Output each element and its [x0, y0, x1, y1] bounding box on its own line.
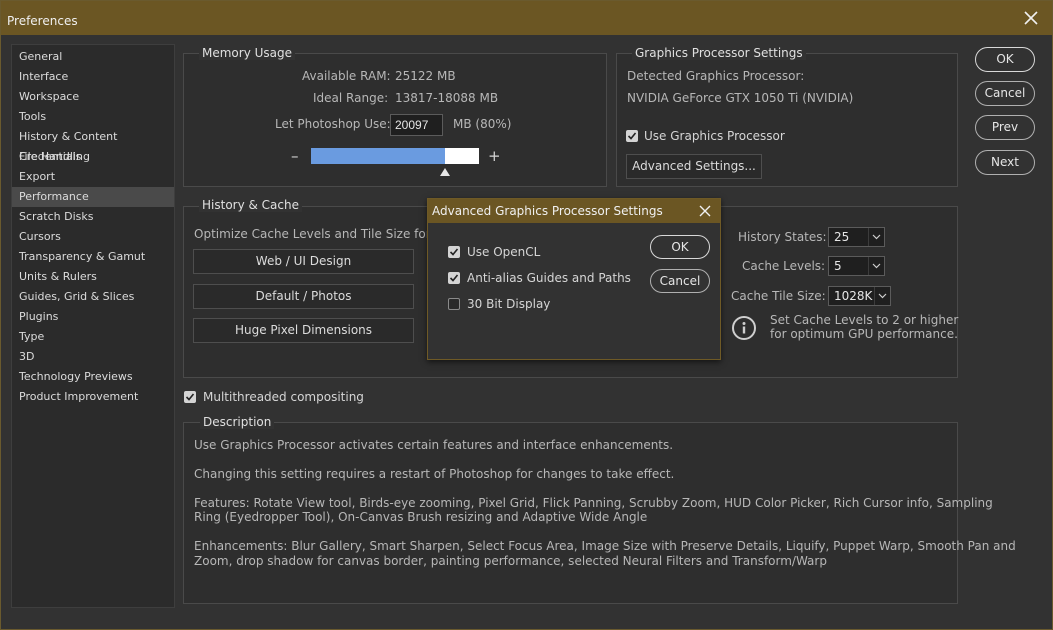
available-ram-label: Available RAM:: [302, 69, 391, 83]
memory-usage-title: Memory Usage: [199, 46, 296, 60]
anti-alias-label: Anti-alias Guides and Paths: [467, 271, 631, 285]
close-icon[interactable]: [699, 205, 711, 217]
gpu-settings-title: Graphics Processor Settings: [632, 46, 806, 60]
cache-tile-size-select[interactable]: 1028K: [828, 286, 891, 306]
description-features-line-2: Ring (Eyedropper Tool), On-Canvas Brush …: [194, 510, 648, 524]
description-paragraph-2: Changing this setting requires a restart…: [194, 467, 675, 481]
anti-alias-checkbox[interactable]: [448, 272, 460, 284]
cache-levels-label: Cache Levels:: [742, 259, 826, 273]
default-photos-button[interactable]: Default / Photos: [193, 284, 414, 309]
cache-tile-size-value: 1028K: [834, 289, 873, 303]
description-enhancements-line-2: Zoom, drop shadow for canvas border, pai…: [194, 554, 827, 568]
30-bit-display-checkbox[interactable]: [448, 298, 460, 310]
description-paragraph-1: Use Graphics Processor activates certain…: [194, 438, 674, 452]
info-text-line-1: Set Cache Levels to 2 or higher: [770, 313, 959, 327]
prev-button[interactable]: Prev: [975, 115, 1035, 140]
sidebar-item-product-improvement[interactable]: Product Improvement: [12, 387, 174, 407]
description-title: Description: [200, 415, 275, 429]
info-icon: [732, 316, 756, 340]
optimize-label: Optimize Cache Levels and Tile Size for:: [194, 227, 435, 241]
cancel-button[interactable]: Cancel: [975, 81, 1035, 106]
sidebar-item-performance[interactable]: Performance: [12, 187, 174, 207]
sidebar-item-3d[interactable]: 3D: [12, 347, 174, 367]
ideal-range-value: 13817-18088 MB: [395, 91, 499, 105]
available-ram-value: 25122 MB: [395, 69, 456, 83]
dialog-ok-button[interactable]: OK: [650, 235, 710, 259]
use-gpu-label: Use Graphics Processor: [644, 129, 785, 143]
dialog-title-bar: Advanced Graphics Processor Settings: [428, 199, 720, 223]
huge-pixel-dimensions-button[interactable]: Huge Pixel Dimensions: [193, 318, 414, 343]
use-opencl-label: Use OpenCL: [467, 245, 541, 259]
web-ui-design-button[interactable]: Web / UI Design: [193, 249, 414, 274]
close-icon[interactable]: [1024, 11, 1038, 25]
memory-percent-label: MB (80%): [453, 117, 512, 131]
sidebar-item-interface[interactable]: Interface: [12, 67, 174, 87]
slider-minus-button[interactable]: –: [291, 147, 299, 165]
memory-amount-input[interactable]: [390, 114, 443, 136]
sidebar-item-technology-previews[interactable]: Technology Previews: [12, 367, 174, 387]
info-text-line-2: for optimum GPU performance.: [770, 327, 958, 341]
chevron-down-icon: [868, 228, 884, 246]
dialog-title: Advanced Graphics Processor Settings: [432, 204, 663, 218]
description-enhancements-line-1: Enhancements: Blur Gallery, Smart Sharpe…: [194, 539, 1016, 553]
chevron-down-icon: [868, 257, 884, 275]
sidebar-item-guides-grid-slices[interactable]: Guides, Grid & Slices: [12, 287, 174, 307]
ok-button[interactable]: OK: [975, 47, 1035, 72]
ideal-range-label: Ideal Range:: [313, 91, 389, 105]
use-opencl-checkbox[interactable]: [448, 246, 460, 258]
history-states-label: History States:: [738, 230, 827, 244]
history-states-value: 25: [834, 230, 850, 244]
memory-slider[interactable]: [311, 148, 479, 164]
detected-gpu-value: NVIDIA GeForce GTX 1050 Ti (NVIDIA): [627, 91, 854, 105]
sidebar-item-transparency-gamut[interactable]: Transparency & Gamut: [12, 247, 174, 267]
cache-tile-size-label: Cache Tile Size:: [731, 289, 826, 303]
sidebar-item-plugins[interactable]: Plugins: [12, 307, 174, 327]
sidebar-item-general[interactable]: General: [12, 47, 174, 67]
checkmark-icon: [449, 248, 459, 256]
let-photoshop-use-label: Let Photoshop Use:: [275, 117, 391, 131]
advanced-settings-button[interactable]: Advanced Settings...: [626, 154, 762, 179]
multithreaded-compositing-checkbox[interactable]: [184, 391, 196, 403]
memory-slider-fill: [311, 148, 445, 164]
preferences-window: Preferences General Interface Workspace Too…: [0, 0, 1053, 630]
sidebar-item-history-content-credentials[interactable]: History & Content Credentials: [12, 127, 174, 163]
cache-levels-select[interactable]: 5: [828, 256, 885, 276]
next-button[interactable]: Next: [975, 150, 1035, 175]
dialog-cancel-button[interactable]: Cancel: [650, 269, 710, 293]
memory-slider-thumb[interactable]: [440, 168, 450, 176]
sidebar-item-cursors[interactable]: Cursors: [12, 227, 174, 247]
detected-gpu-label: Detected Graphics Processor:: [627, 69, 805, 83]
sidebar-item-export[interactable]: Export: [12, 167, 174, 187]
cache-levels-value: 5: [834, 259, 842, 273]
use-gpu-checkbox[interactable]: [626, 130, 638, 142]
sidebar-item-type[interactable]: Type: [12, 327, 174, 347]
slider-plus-button[interactable]: +: [488, 147, 501, 165]
checkmark-icon: [185, 393, 195, 401]
chevron-down-icon: [874, 287, 890, 305]
multithreaded-compositing-label: Multithreaded compositing: [203, 390, 364, 404]
checkmark-icon: [449, 274, 459, 282]
description-features-line-1: Features: Rotate View tool, Birds-eye zo…: [194, 496, 993, 510]
sidebar-item-file-handling[interactable]: File Handling: [12, 147, 174, 167]
advanced-gpu-settings-dialog: Advanced Graphics Processor Settings Use…: [427, 198, 721, 360]
sidebar-item-units-rulers[interactable]: Units & Rulers: [12, 267, 174, 287]
category-list: General Interface Workspace Tools History & …: [11, 44, 175, 608]
30-bit-display-label: 30 Bit Display: [467, 297, 551, 311]
sidebar-item-scratch-disks[interactable]: Scratch Disks: [12, 207, 174, 227]
sidebar-item-workspace[interactable]: Workspace: [12, 87, 174, 107]
sidebar-item-tools[interactable]: Tools: [12, 107, 174, 127]
title-bar: Preferences: [1, 1, 1052, 35]
checkmark-icon: [627, 132, 637, 140]
window-title: Preferences: [7, 14, 78, 28]
history-cache-title: History & Cache: [199, 198, 302, 212]
history-states-select[interactable]: 25: [828, 227, 885, 247]
